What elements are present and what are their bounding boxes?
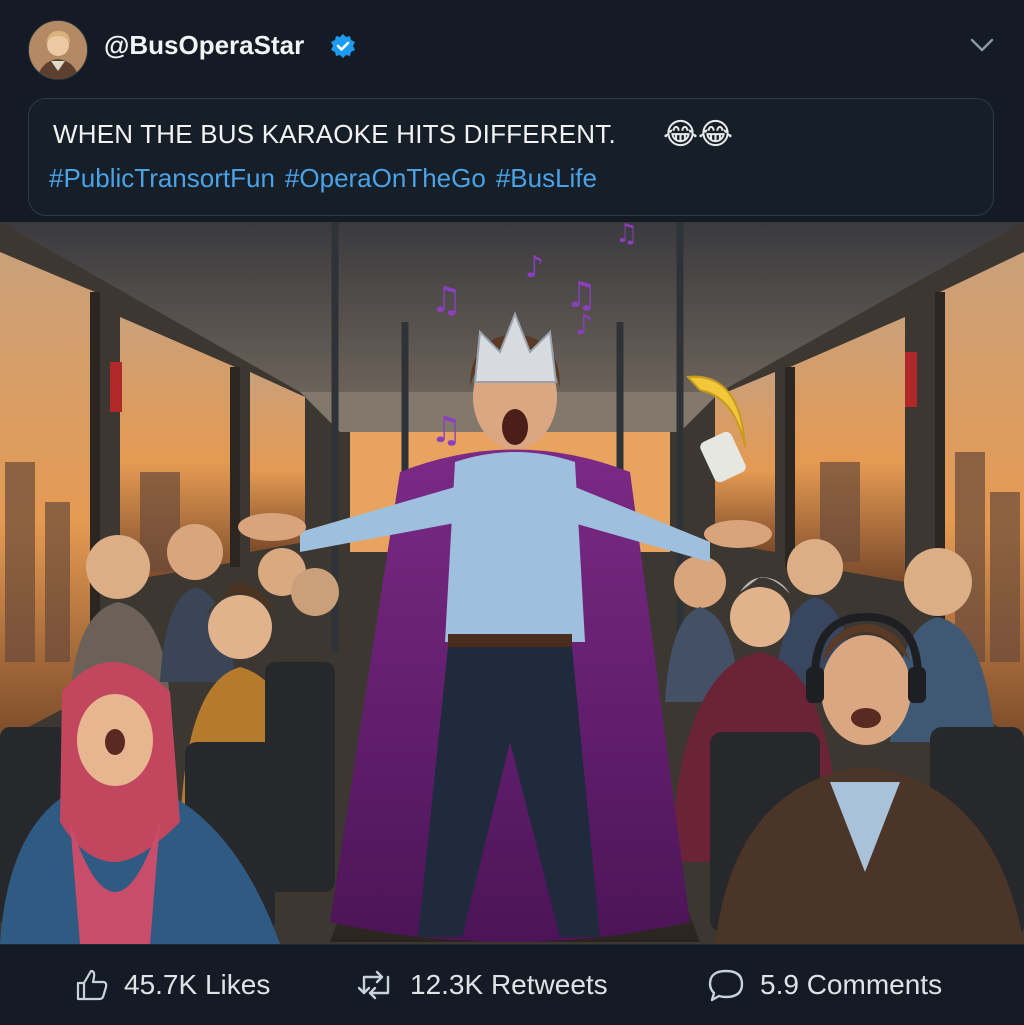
avatar[interactable] xyxy=(28,20,88,80)
verified-badge-icon xyxy=(331,34,355,58)
svg-text:♫: ♫ xyxy=(615,222,638,249)
likes-count: 45.7K Likes xyxy=(124,969,271,1000)
like-stat[interactable]: 45.7K Likes xyxy=(74,967,270,1003)
hashtag-link[interactable]: #BusLife xyxy=(496,163,597,193)
engagement-bar: 45.7K Likes 12.3K Retweets 5.9 Comments xyxy=(0,944,1024,1025)
user-avatar-icon xyxy=(29,21,87,79)
svg-text:♫: ♫ xyxy=(430,410,462,451)
post-image[interactable]: ♫ ♪ ♫ ♪ ♫ ♫ xyxy=(0,222,1024,944)
comments-count: 5.9 Comments xyxy=(760,969,943,1000)
user-handle[interactable]: @BusOperaStar xyxy=(104,30,304,61)
tweet-body: WHEN THE BUS KARAOKE HITS DIFFERENT. 😂😂 … xyxy=(28,98,994,216)
chevron-down-icon[interactable] xyxy=(968,34,996,56)
tweet-text: WHEN THE BUS KARAOKE HITS DIFFERENT. xyxy=(53,119,616,149)
hashtag-list: #PublicTransortFun #OperaOnTheGo #BusLife xyxy=(49,163,607,194)
retweet-stat[interactable]: 12.3K Retweets xyxy=(356,967,608,1003)
svg-text:♪: ♪ xyxy=(575,308,593,341)
post-header: @BusOperaStar xyxy=(0,0,1024,96)
hashtag-link[interactable]: #OperaOnTheGo xyxy=(285,163,486,193)
hashtag-link[interactable]: #PublicTransortFun xyxy=(49,163,275,193)
bus-opera-photo-icon: ♫ ♪ ♫ ♪ ♫ ♫ xyxy=(0,222,1024,944)
svg-text:♫: ♫ xyxy=(430,280,462,321)
thumbs-up-icon xyxy=(76,969,108,1001)
retweet-icon xyxy=(357,970,390,1000)
comment-bubble-icon xyxy=(708,969,744,1002)
laughing-emoji: 😂😂 xyxy=(663,118,734,151)
retweets-count: 12.3K Retweets xyxy=(410,969,608,1000)
comment-stat[interactable]: 5.9 Comments xyxy=(706,967,942,1003)
svg-text:♪: ♪ xyxy=(525,250,544,285)
